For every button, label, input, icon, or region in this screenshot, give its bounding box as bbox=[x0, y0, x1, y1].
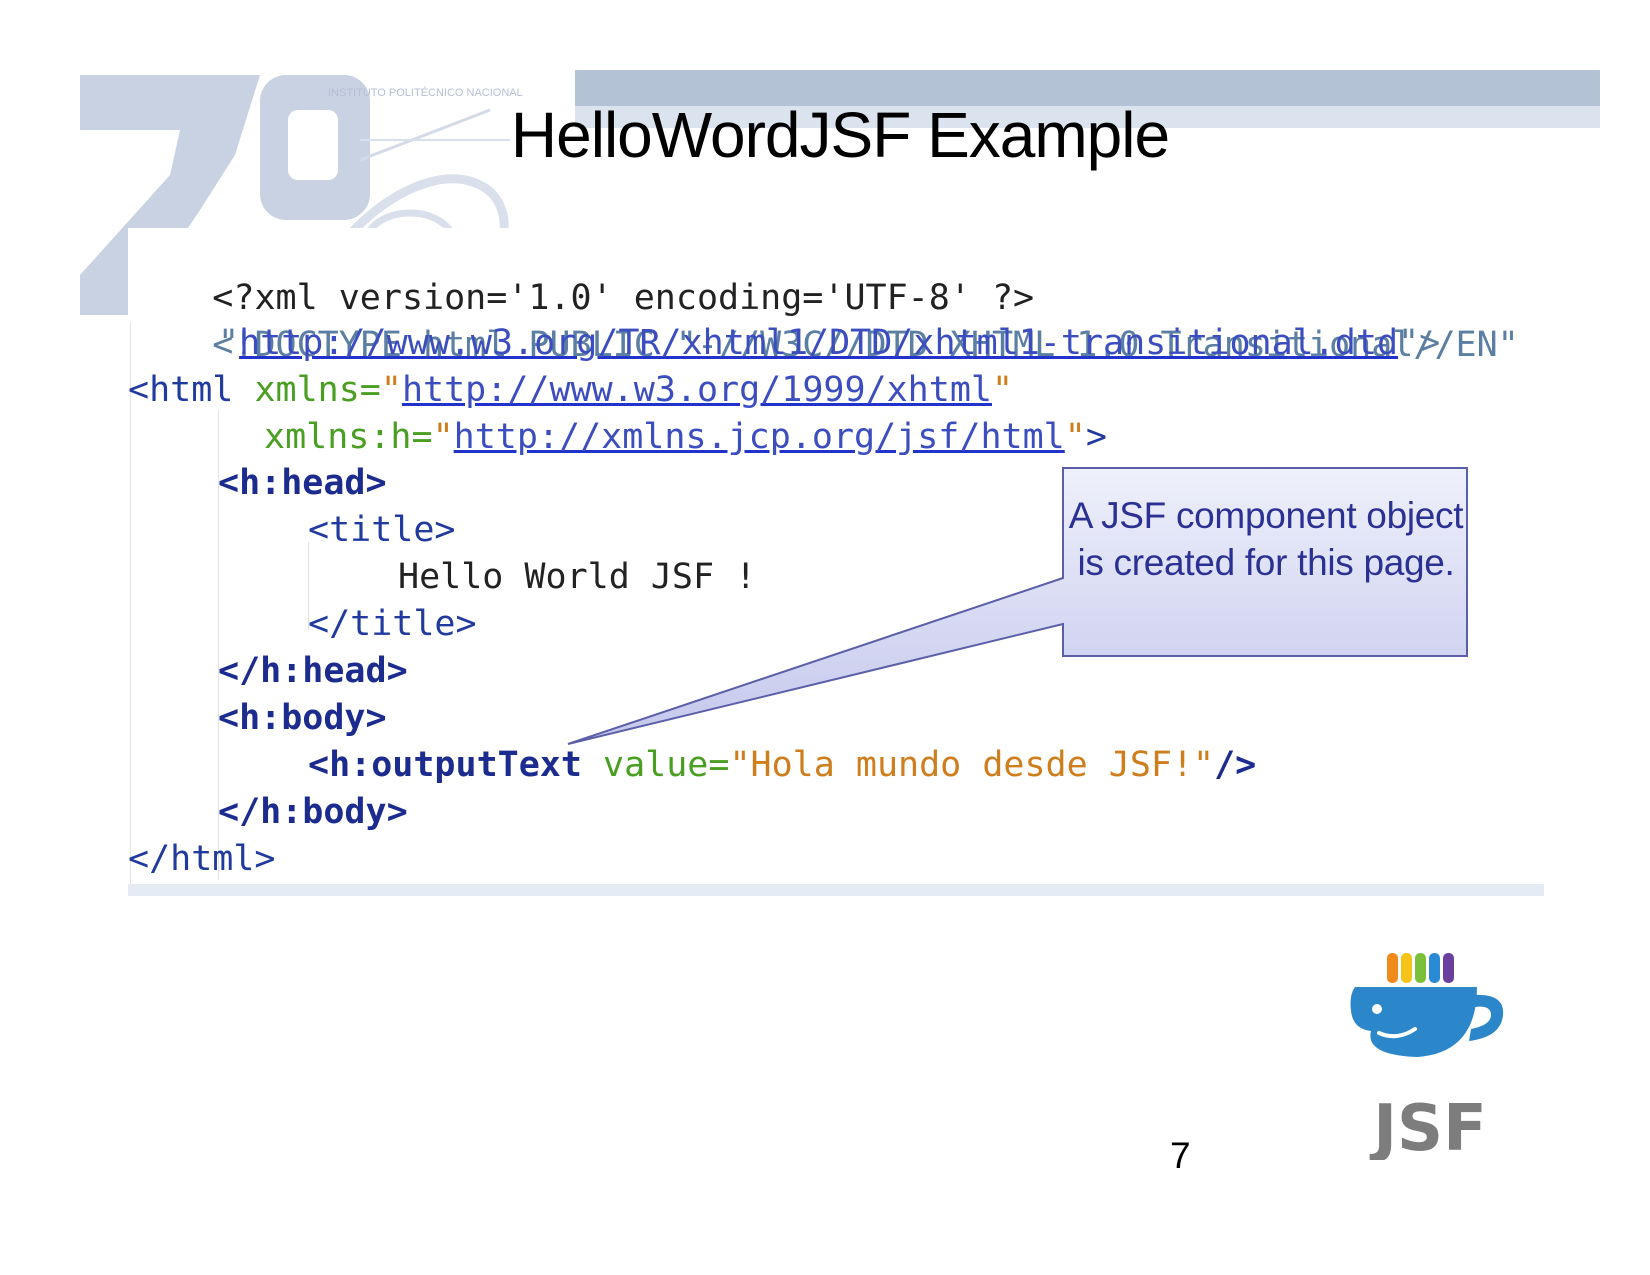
code-line-13: </h:body> bbox=[218, 792, 408, 832]
code-line-7: <title> bbox=[308, 510, 456, 550]
code-line-5: xmlns:h="http://xmlns.jcp.org/jsf/html"> bbox=[264, 417, 1107, 457]
xhtml-namespace-link[interactable]: http://www.w3.org/1999/xhtml bbox=[402, 370, 992, 410]
jsf-logo-text: JSF bbox=[1369, 1092, 1487, 1160]
callout-text: A JSF component object is created for th… bbox=[1068, 495, 1464, 583]
code-line-3: "http://www.w3.org/TR/xhtml1/DTD/xhtml1-… bbox=[218, 323, 1441, 363]
code-line-1: <?xml version='1.0' encoding='UTF-8' ?> bbox=[128, 228, 1034, 318]
code-line-9: </title> bbox=[308, 604, 477, 644]
code-line-10: </h:head> bbox=[218, 651, 408, 691]
code-line-4: <html xmlns="http://www.w3.org/1999/xhtm… bbox=[128, 370, 1014, 410]
code-listing-bottom-edge bbox=[128, 884, 1544, 896]
dtd-link[interactable]: http://www.w3.org/TR/xhtml1/DTD/xhtml1-t… bbox=[239, 323, 1398, 363]
jsf-cup-logo-icon: JSF bbox=[1350, 953, 1504, 1160]
code-line-11: <h:body> bbox=[218, 698, 387, 738]
code-line-14: </html> bbox=[128, 839, 276, 879]
page-number: 7 bbox=[1170, 1135, 1191, 1176]
code-line-2: <!DOCTYPE html PUBLIC "-//W3C//DTD XHTML… bbox=[128, 275, 1518, 365]
code-line-6: <h:head> bbox=[218, 463, 387, 503]
jsf-namespace-link[interactable]: http://xmlns.jcp.org/jsf/html bbox=[454, 417, 1065, 457]
slide-title: HelloWordJSF Example bbox=[510, 99, 1170, 171]
output-text-tag: <h:outputText bbox=[308, 745, 582, 785]
